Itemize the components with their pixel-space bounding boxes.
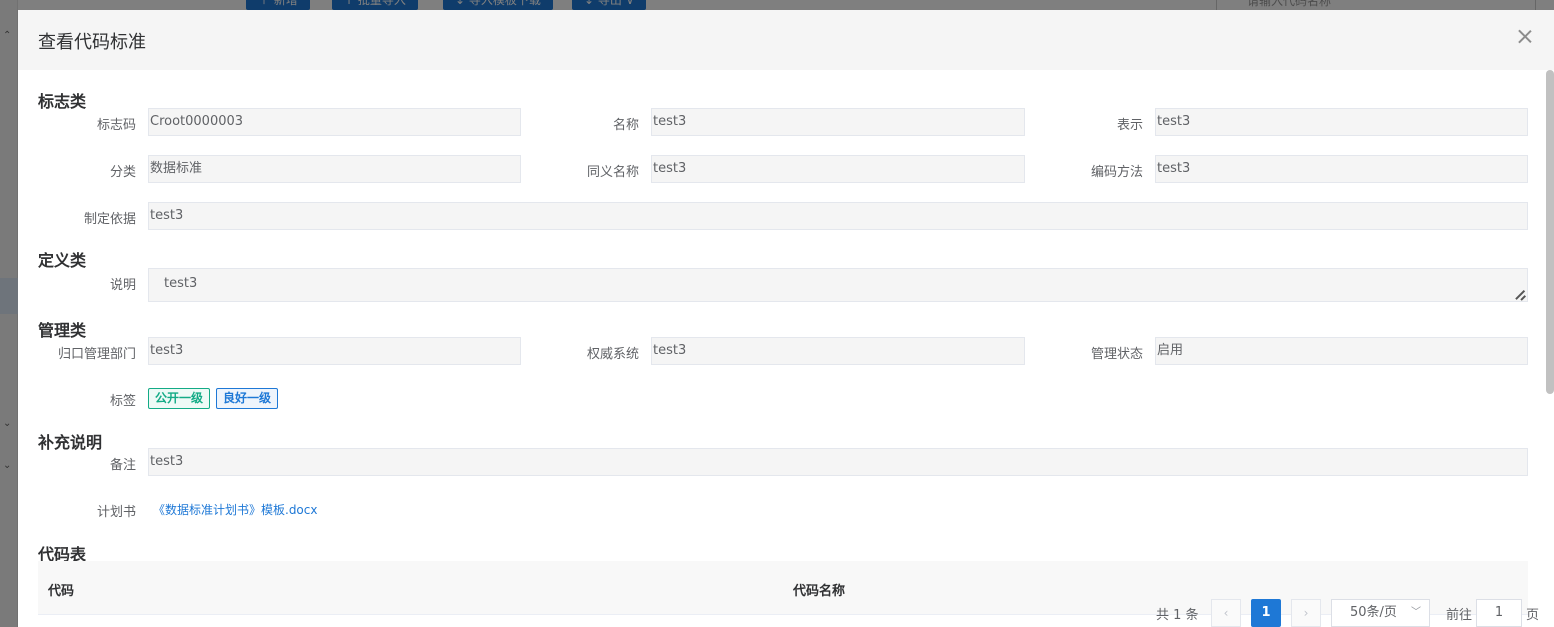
page-size-select[interactable]: 50条/页 ﹀: [1331, 599, 1430, 627]
dialog-scrollbar[interactable]: [1546, 70, 1554, 394]
section-identity: 标志类: [38, 92, 87, 111]
encoding-label: 编码方法: [1090, 165, 1143, 180]
section-management: 管理类: [38, 321, 87, 340]
dialog-title: 查看代码标准: [38, 32, 146, 53]
desc-value: test3: [164, 276, 198, 291]
resize-handle-icon[interactable]: [1515, 289, 1525, 299]
page-number-button[interactable]: 1: [1251, 599, 1281, 627]
code-field[interactable]: Croot0000003: [148, 108, 521, 136]
view-code-standard-dialog: 查看代码标准 标志类 标志码 Croot0000003 名称 test3 表示 …: [18, 10, 1554, 627]
desc-textarea[interactable]: test3: [148, 268, 1528, 302]
chevron-down-icon: ﹀: [1411, 607, 1421, 618]
dept-label: 归口管理部门: [57, 347, 136, 362]
name-label: 名称: [612, 118, 639, 133]
dept-field[interactable]: test3: [148, 337, 521, 365]
basis-field[interactable]: test3: [148, 202, 1528, 230]
synonym-label: 同义名称: [586, 165, 639, 180]
name-field[interactable]: test3: [651, 108, 1025, 136]
next-page-button[interactable]: ›: [1291, 599, 1321, 627]
encoding-field[interactable]: test3: [1155, 155, 1528, 183]
status-field[interactable]: 启用: [1155, 337, 1528, 365]
close-icon[interactable]: [1515, 27, 1535, 47]
section-definition: 定义类: [38, 251, 87, 270]
status-label: 管理状态: [1090, 347, 1143, 362]
category-label: 分类: [109, 165, 136, 180]
page-unit-label: 页: [1526, 608, 1540, 623]
tag-public-level-1: 公开一级: [148, 388, 211, 409]
prev-page-button[interactable]: ‹: [1211, 599, 1241, 627]
remark-field[interactable]: test3: [148, 448, 1528, 476]
tag-good-level-1: 良好一级: [216, 388, 279, 409]
column-header-code[interactable]: 代码: [48, 580, 74, 599]
plan-file-link[interactable]: 《数据标准计划书》模板.docx: [153, 501, 317, 518]
repr-field[interactable]: test3: [1155, 108, 1528, 136]
code-label: 标志码: [96, 118, 136, 133]
authority-label: 权威系统: [586, 347, 639, 362]
goto-page-input[interactable]: 1: [1476, 599, 1522, 627]
authority-field[interactable]: test3: [651, 337, 1025, 365]
page-size-value: 50条/页: [1350, 605, 1397, 620]
category-field[interactable]: 数据标准: [148, 155, 521, 183]
goto-label: 前往: [1446, 608, 1473, 623]
remark-label: 备注: [109, 458, 136, 473]
plan-label: 计划书: [96, 505, 136, 520]
basis-label: 制定依据: [83, 212, 136, 227]
dialog-header: 查看代码标准: [18, 10, 1554, 70]
pagination-total: 共 1 条: [1156, 608, 1199, 623]
section-supplement: 补充说明: [38, 433, 103, 452]
column-header-code-name[interactable]: 代码名称: [793, 580, 845, 599]
repr-label: 表示: [1116, 118, 1143, 133]
tags-label: 标签: [109, 394, 136, 409]
synonym-field[interactable]: test3: [651, 155, 1025, 183]
desc-label: 说明: [109, 278, 136, 293]
